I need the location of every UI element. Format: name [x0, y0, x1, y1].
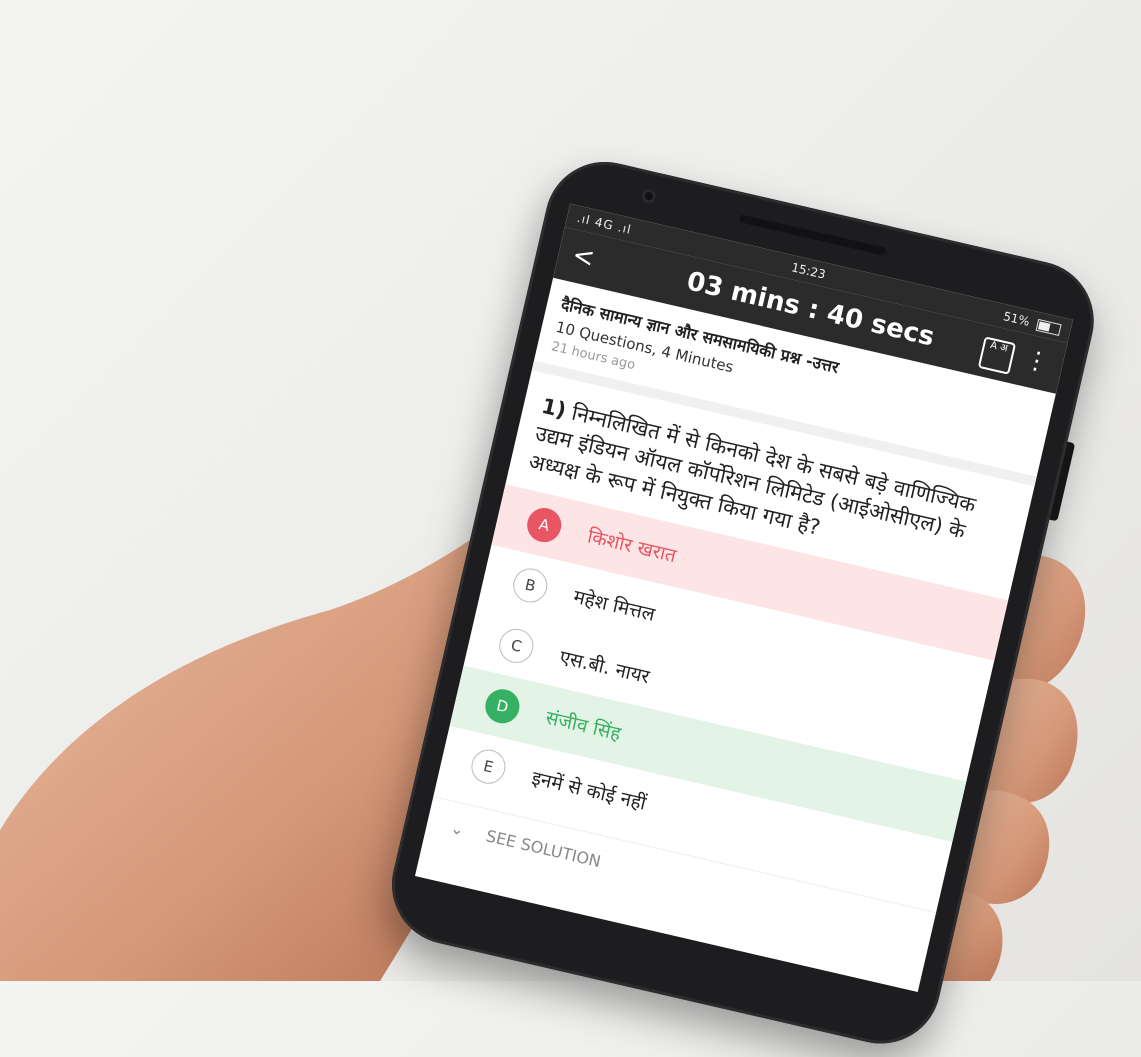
front-camera — [640, 187, 658, 205]
option-letter: D — [481, 685, 523, 727]
question-number: 1) — [539, 393, 569, 423]
chevron-down-icon: ⌄ — [448, 818, 467, 840]
see-solution-label: SEE SOLUTION — [484, 826, 603, 872]
option-letter: E — [468, 746, 509, 788]
option-label: इनमें से कोई नहीं — [529, 767, 649, 815]
battery-percent: 51% — [1001, 309, 1032, 329]
option-label: महेश मित्तल — [571, 585, 657, 626]
option-letter: C — [495, 625, 537, 667]
option-letter: A — [523, 504, 565, 546]
clock: 15:23 — [790, 260, 827, 282]
option-label: संजीव सिंह — [543, 706, 623, 746]
option-label: किशोर खरात — [585, 525, 679, 568]
battery-icon — [1035, 318, 1062, 336]
option-letter: B — [509, 565, 551, 606]
option-label: एस.बी. नायर — [557, 646, 652, 689]
